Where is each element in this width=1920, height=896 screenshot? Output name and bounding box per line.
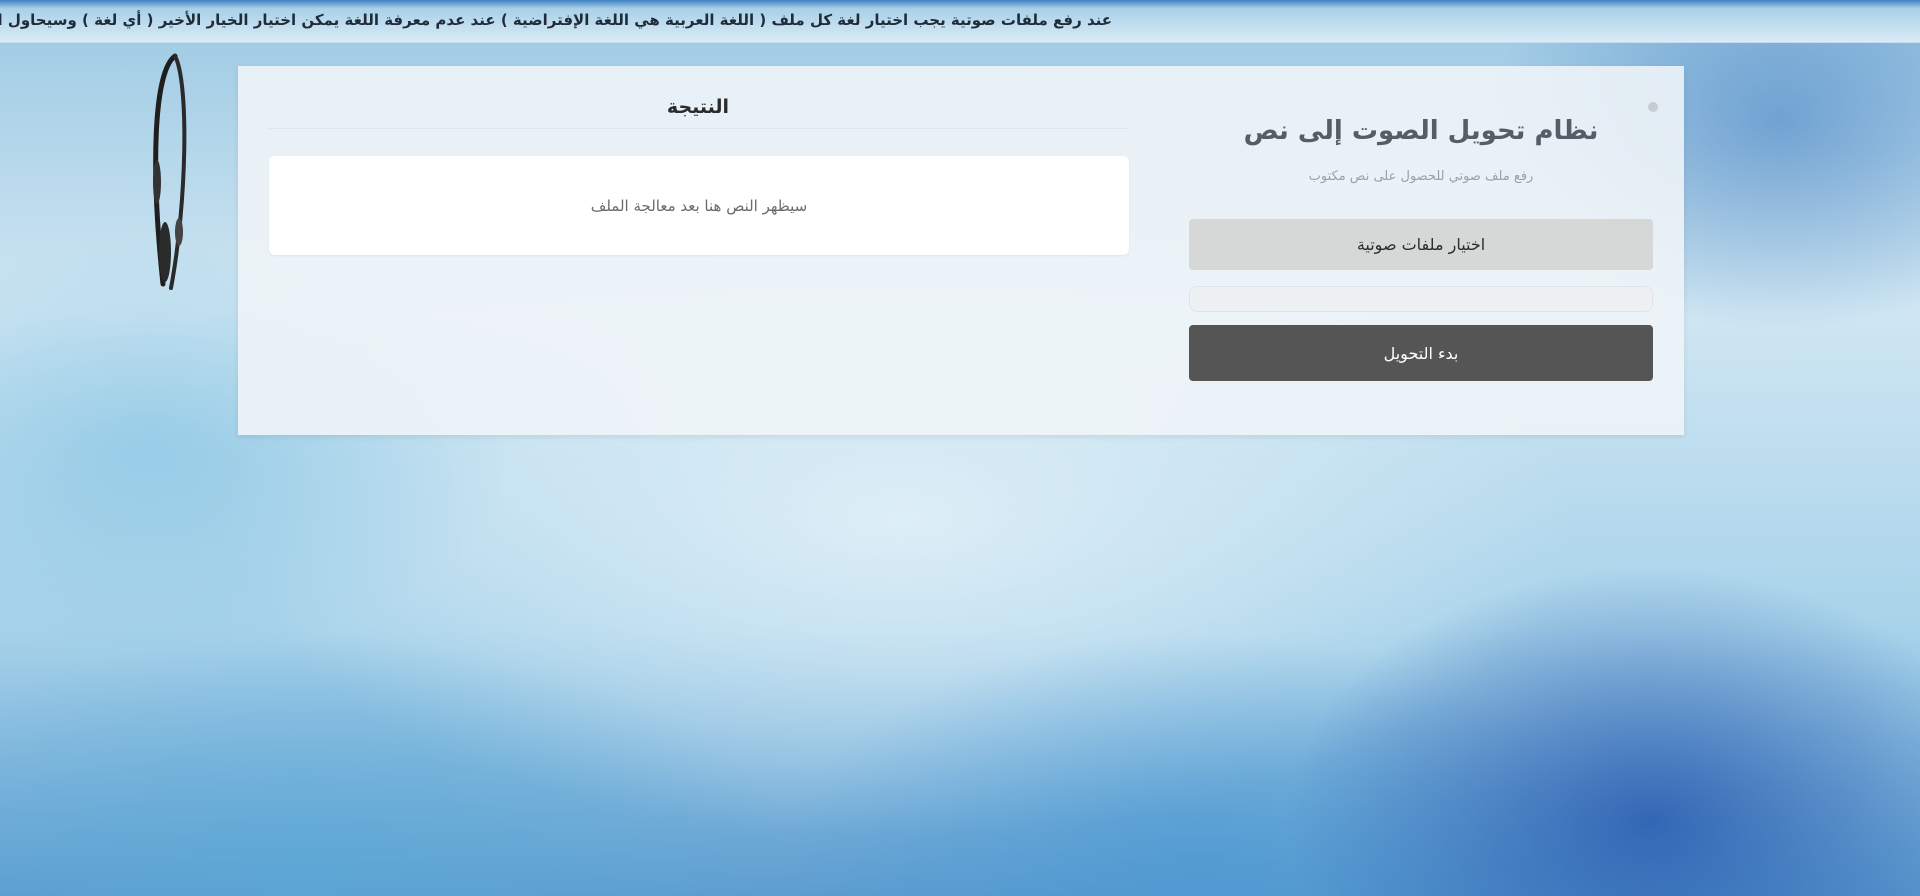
upload-progress-bar (1189, 286, 1653, 312)
headphones-icon (153, 53, 187, 290)
choose-audio-files-button[interactable]: اختيار ملفات صوتية (1189, 219, 1653, 270)
page-title: نظام تحويل الصوت إلى نص (1243, 116, 1599, 146)
result-output: سيظهر النص هنا بعد معالجة الملف (269, 156, 1129, 255)
result-placeholder: سيظهر النص هنا بعد معالجة الملف (590, 196, 808, 215)
page-subtitle: رفع ملف صوتي للحصول على نص مكتوب (1308, 169, 1534, 184)
notice-marquee: عند رفع ملفات صوتية يجب اختيار لغة كل مل… (0, 0, 1920, 43)
notice-text: عند رفع ملفات صوتية يجب اختيار لغة كل مل… (0, 11, 1112, 29)
main-card: النتيجة سيظهر النص هنا بعد معالجة الملف … (238, 66, 1684, 435)
result-title: النتيجة (268, 96, 1128, 129)
close-icon[interactable] (1648, 102, 1658, 112)
start-conversion-button[interactable]: بدء التحويل (1189, 325, 1653, 381)
